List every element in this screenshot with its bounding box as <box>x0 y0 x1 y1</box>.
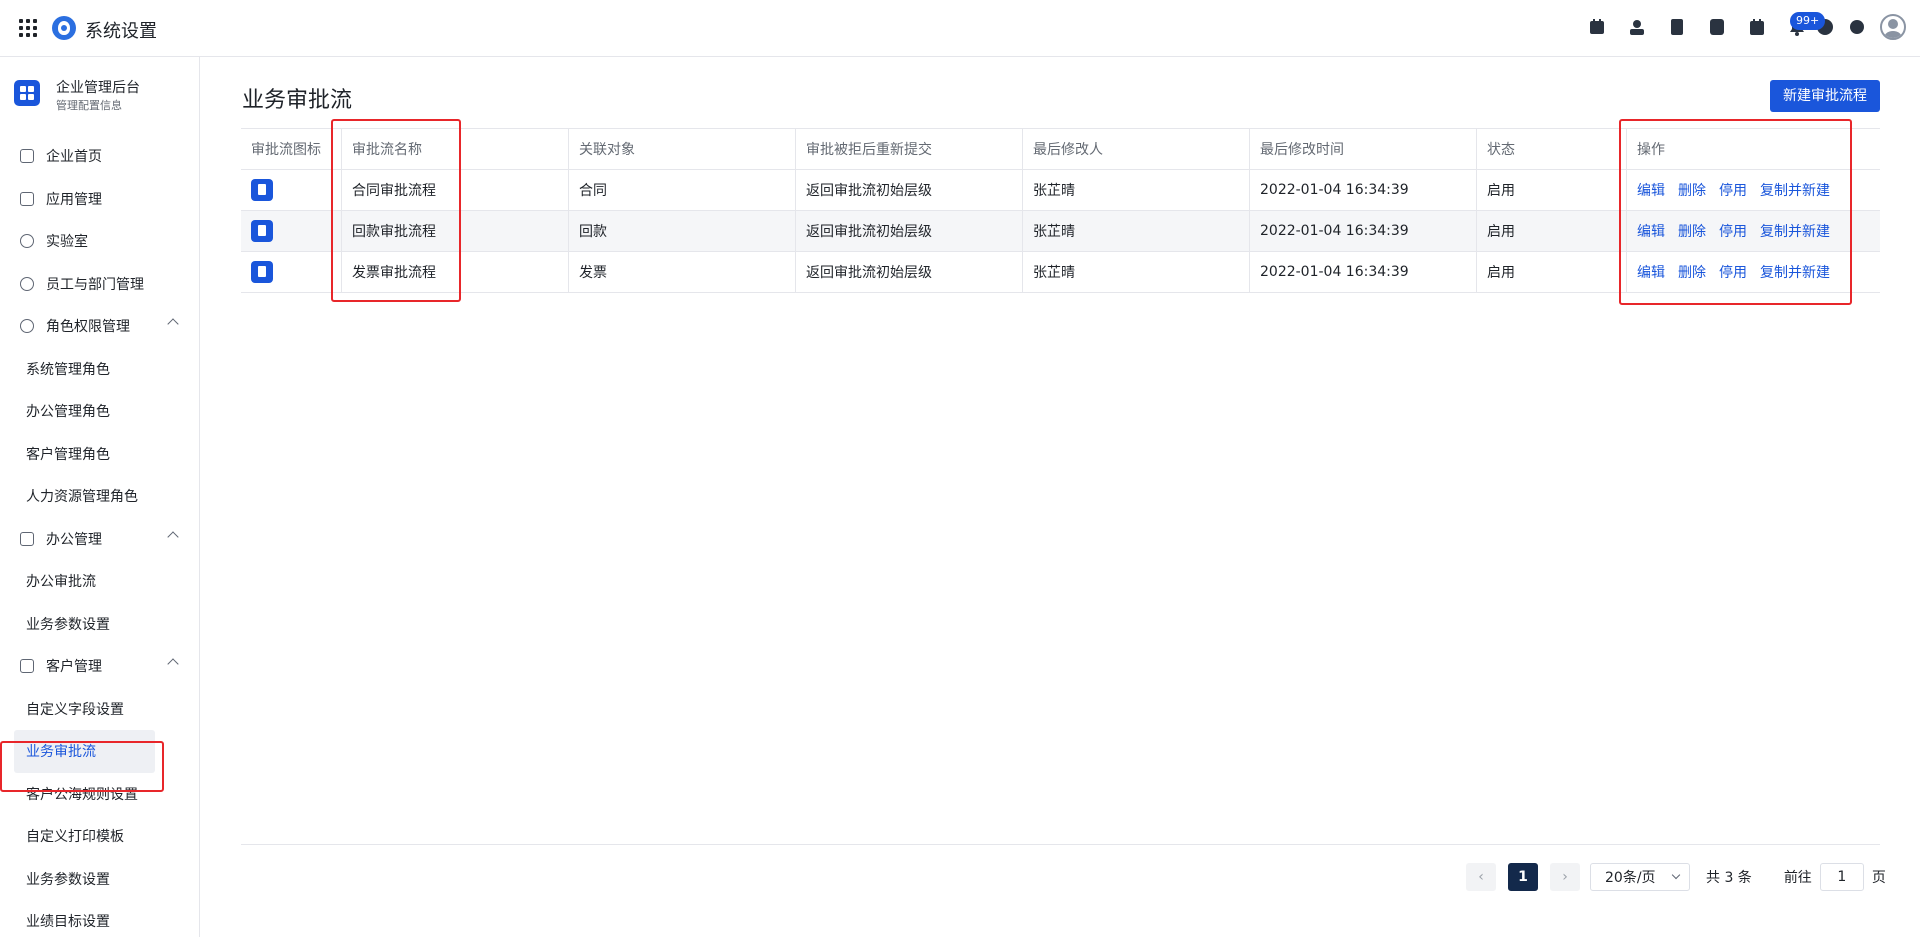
sidebar-group-office[interactable]: 办公管理 <box>0 518 199 561</box>
sidebar-item-label: 企业首页 <box>46 149 102 166</box>
org-icon <box>14 80 40 106</box>
status: 启用 <box>1476 170 1626 210</box>
new-workflow-button[interactable]: 新建审批流程 <box>1770 80 1880 112</box>
sidebar-subitem[interactable]: 办公审批流 <box>0 560 199 603</box>
resubmit-rule: 返回审批流初始层级 <box>795 211 1022 251</box>
pagination: ‹ 1 › 20条/页 共 3 条 前往 1 页 <box>1466 862 1886 892</box>
sidebar-subitem[interactable]: 业务参数设置 <box>0 858 199 901</box>
sidebar-item-home[interactable]: 企业首页 <box>0 135 199 178</box>
gear-icon[interactable] <box>1848 18 1866 36</box>
highlight-box-name-column <box>331 119 461 302</box>
last-modifier: 张芷晴 <box>1022 211 1249 251</box>
contract-workflow-icon <box>251 179 273 201</box>
top-toolbar <box>1566 14 1906 40</box>
column-header: 审批流图标 <box>251 142 321 158</box>
sidebar-subitem[interactable]: 自定义字段设置 <box>0 688 199 731</box>
sidebar-item-label: 应用管理 <box>46 191 102 208</box>
goto-suffix: 页 <box>1871 870 1886 886</box>
status: 启用 <box>1476 252 1626 292</box>
contacts-icon[interactable] <box>1628 18 1646 36</box>
app-logo <box>52 16 76 40</box>
sidebar-item-label: 办公管理 <box>46 531 102 548</box>
prev-page-button[interactable]: ‹ <box>1466 863 1496 891</box>
highlight-box-actions-column <box>1619 119 1852 305</box>
last-modified-time: 2022-01-04 16:34:39 <box>1249 170 1476 210</box>
last-modifier: 张芷晴 <box>1022 252 1249 292</box>
status: 启用 <box>1476 211 1626 251</box>
sidebar-group-customer[interactable]: 客户管理 <box>0 645 199 688</box>
next-page-button[interactable]: › <box>1550 863 1580 891</box>
role-icon <box>20 319 34 334</box>
page-number-current[interactable]: 1 <box>1508 863 1538 891</box>
sidebar-subitem[interactable]: 客户管理角色 <box>0 433 199 476</box>
apps-icon <box>20 191 34 206</box>
sidebar-subitem[interactable]: 办公管理角色 <box>0 390 199 433</box>
icon-cell <box>241 211 341 251</box>
last-modifier: 张芷晴 <box>1022 170 1249 210</box>
sidebar: 企业管理后台 管理配置信息 企业首页 应用管理 实验室 员工与部门管理 角色权限… <box>0 57 200 937</box>
chevron-down-icon <box>1671 870 1681 880</box>
column-header: 最后修改人 <box>1022 129 1249 169</box>
building-icon <box>20 659 34 674</box>
bulb-icon <box>20 234 34 249</box>
column-header: 关联对象 <box>568 129 795 169</box>
briefcase-icon <box>20 531 34 546</box>
user-avatar-icon[interactable] <box>1880 14 1906 40</box>
page-size-select[interactable]: 20条/页 <box>1590 863 1690 891</box>
document-icon[interactable] <box>1668 18 1686 36</box>
resubmit-rule: 返回审批流初始层级 <box>795 170 1022 210</box>
column-header: 状态 <box>1476 129 1626 169</box>
sidebar-nav: 企业首页 应用管理 实验室 员工与部门管理 角色权限管理 系统管理角色 办公管理… <box>0 135 199 937</box>
sidebar-subitem[interactable]: 自定义打印模板 <box>0 815 199 858</box>
sidebar-item-apps[interactable]: 应用管理 <box>0 178 199 221</box>
page-title: 业务审批流 <box>242 88 353 113</box>
icon-cell <box>241 170 341 210</box>
sidebar-item-label: 客户管理 <box>46 659 102 676</box>
calendar-check-icon[interactable] <box>1588 18 1606 36</box>
users-icon <box>20 276 34 291</box>
org-subtitle: 管理配置信息 <box>56 99 122 112</box>
last-modified-time: 2022-01-04 16:34:39 <box>1249 252 1476 292</box>
resubmit-rule: 返回审批流初始层级 <box>795 252 1022 292</box>
total-count: 共 3 条 <box>1706 870 1752 886</box>
payment-workflow-icon <box>251 220 273 242</box>
column-header: 审批被拒后重新提交 <box>795 129 1022 169</box>
sidebar-item-label: 实验室 <box>46 234 88 251</box>
goto-label: 前往 <box>1783 870 1812 886</box>
last-modified-time: 2022-01-04 16:34:39 <box>1249 211 1476 251</box>
sidebar-subitem[interactable]: 业务参数设置 <box>0 603 199 646</box>
related-object: 回款 <box>568 211 795 251</box>
goto-page-input[interactable]: 1 <box>1819 863 1864 891</box>
related-object: 合同 <box>568 170 795 210</box>
sidebar-item-staff[interactable]: 员工与部门管理 <box>0 263 199 306</box>
sidebar-item-label: 角色权限管理 <box>46 319 130 336</box>
chevron-up-icon <box>167 530 179 543</box>
chevron-up-icon <box>167 318 179 330</box>
footer-divider <box>241 844 1880 845</box>
page-size-value: 20条/页 <box>1605 870 1656 886</box>
sidebar-subitem[interactable]: 人力资源管理角色 <box>0 475 199 518</box>
column-header: 最后修改时间 <box>1249 129 1476 169</box>
sidebar-item-label: 员工与部门管理 <box>46 276 144 293</box>
home-icon <box>20 149 34 164</box>
notification-badge: 99+ <box>1790 12 1826 30</box>
icon-cell <box>241 252 341 292</box>
sidebar-group-roles[interactable]: 角色权限管理 <box>0 305 199 348</box>
highlight-box-active-nav <box>0 741 164 792</box>
top-bar: 系统设置 99+ <box>0 0 1920 57</box>
sidebar-item-lab[interactable]: 实验室 <box>0 220 199 263</box>
app-title: 系统设置 <box>85 21 157 42</box>
phone-icon[interactable] <box>1708 18 1726 36</box>
sidebar-subitem[interactable]: 系统管理角色 <box>0 348 199 391</box>
chevron-up-icon <box>167 658 179 670</box>
sidebar-subitem[interactable]: 业绩目标设置 <box>0 900 199 937</box>
app-grid-icon[interactable] <box>19 19 37 37</box>
org-name: 企业管理后台 <box>56 80 140 96</box>
related-object: 发票 <box>568 252 795 292</box>
invoice-workflow-icon <box>251 261 273 283</box>
calendar-icon[interactable] <box>1748 18 1766 36</box>
